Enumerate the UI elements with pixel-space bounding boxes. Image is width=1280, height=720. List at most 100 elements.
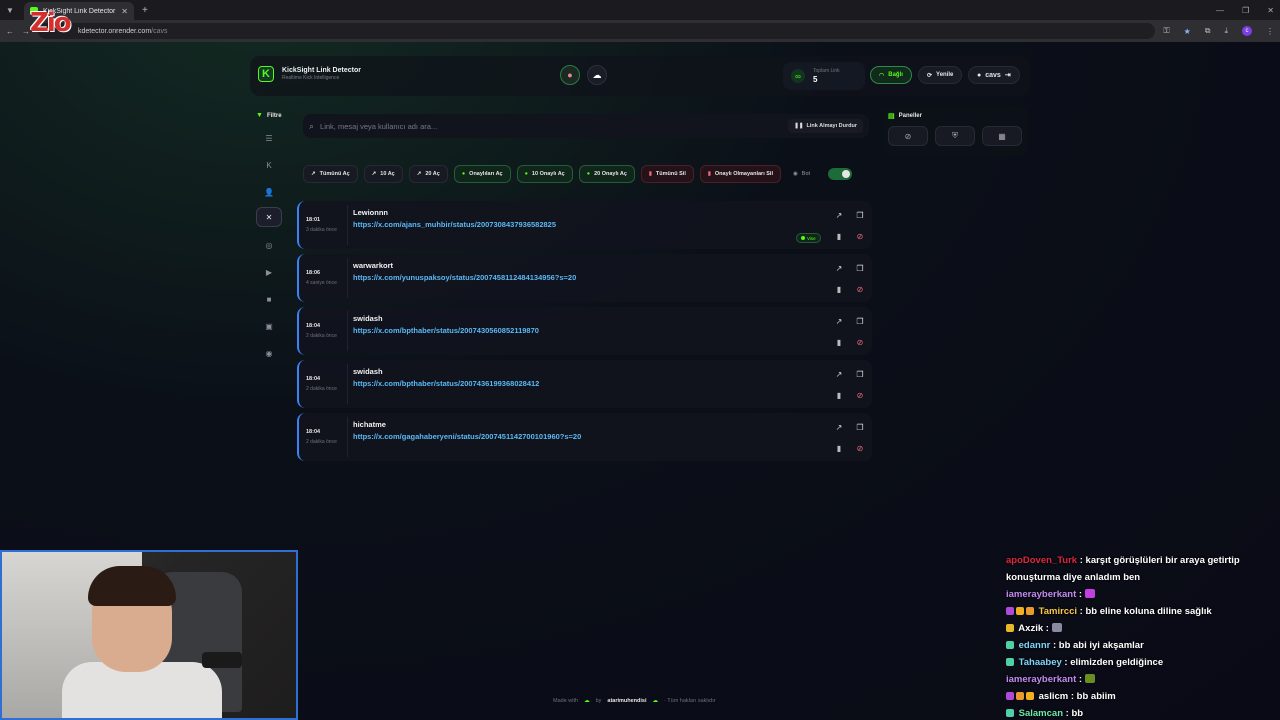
copy-icon[interactable]: ❐ bbox=[854, 421, 866, 433]
restore-icon[interactable]: ❐ bbox=[1242, 6, 1249, 15]
emote-icon bbox=[1084, 674, 1095, 683]
open-all-button[interactable]: ↗ Tümünü Aç bbox=[303, 165, 358, 183]
footer-author[interactable]: atarimuhendisi bbox=[607, 698, 646, 704]
filter-icon: ▼ bbox=[256, 112, 263, 119]
footer-rights: · Tüm hakları saklıdır bbox=[664, 698, 716, 704]
logout-icon[interactable]: ⇥ bbox=[1005, 71, 1011, 79]
link-url[interactable]: https://x.com/ajans_muhbir/status/200730… bbox=[353, 220, 556, 229]
minimize-icon[interactable]: — bbox=[1216, 6, 1224, 15]
open-link-icon[interactable]: ↗ bbox=[833, 209, 845, 221]
panel-shield-button[interactable]: ⛨ bbox=[935, 126, 975, 146]
open-20-approved-button[interactable]: ● 20 Onaylı Aç bbox=[578, 165, 635, 183]
new-tab-button[interactable]: + bbox=[142, 5, 148, 16]
bot-toggle[interactable] bbox=[828, 168, 853, 180]
chat-text: : bbox=[1045, 623, 1049, 634]
open-approved-button[interactable]: ● Onaylıları Aç bbox=[453, 165, 511, 183]
filter-all-list-icon[interactable]: ☰ bbox=[256, 128, 282, 148]
open-link-icon[interactable]: ↗ bbox=[833, 368, 845, 380]
link-relative-time: 2 dakika önce bbox=[306, 386, 337, 392]
delete-unapproved-button[interactable]: ▮ Onaylı Olmayanları Sil bbox=[699, 165, 781, 183]
filter-kick-icon[interactable]: K bbox=[256, 155, 282, 175]
delete-all-button[interactable]: ▮ Tümünü Sil bbox=[640, 165, 694, 183]
panels-box: ▤ Paneller ⊘ ⛨ ▦ bbox=[882, 106, 1028, 156]
link-card: 18:06 4 saniye önce warwarkort https://x… bbox=[297, 254, 872, 302]
refresh-icon: ⟳ bbox=[927, 72, 933, 79]
footer: Made with ☁ by atarimuhendisi ☁ · Tüm ha… bbox=[553, 698, 716, 704]
delete-icon[interactable]: ▮ bbox=[833, 230, 845, 242]
link-url[interactable]: https://x.com/gagahaberyeni/status/20074… bbox=[353, 432, 581, 441]
open-10-approved-button[interactable]: ● 10 Onaylı Aç bbox=[516, 165, 573, 183]
copy-icon[interactable]: ❐ bbox=[854, 262, 866, 274]
search-input[interactable] bbox=[320, 121, 789, 131]
ban-icon[interactable]: ⊘ bbox=[854, 389, 866, 401]
ban-icon[interactable]: ⊘ bbox=[854, 283, 866, 295]
browser-tab-bar: ▼ KickSight Link Detector ✕ + — ❐ ✕ bbox=[0, 0, 1280, 20]
eye-icon: ◉ bbox=[792, 171, 798, 177]
emote-icon bbox=[1084, 589, 1095, 598]
filter-image-icon[interactable]: ▣ bbox=[256, 316, 282, 336]
browser-menu-icon[interactable]: ⋮ bbox=[1266, 27, 1274, 36]
connection-status: ◠ Bağlı bbox=[870, 66, 912, 84]
connection-label: Bağlı bbox=[888, 72, 903, 78]
close-window-icon[interactable]: ✕ bbox=[1267, 6, 1274, 15]
chat-username: Tamircci bbox=[1038, 606, 1078, 617]
ban-icon[interactable]: ⊘ bbox=[854, 230, 866, 242]
filter-x-icon[interactable]: ✕ bbox=[256, 207, 282, 227]
key-icon[interactable]: ⚿ bbox=[1163, 26, 1169, 36]
filter-globe-icon[interactable]: ◉ bbox=[256, 343, 282, 363]
link-username: swidash bbox=[353, 367, 383, 376]
link-url[interactable]: https://x.com/yunuspaksoy/status/2007458… bbox=[353, 273, 576, 282]
open-10-button[interactable]: ↗ 10 Aç bbox=[363, 165, 403, 183]
ghost-avatar-icon[interactable]: ☁ bbox=[587, 65, 607, 85]
link-list: 18:01 3 dakika önce Lewionnn https://x.c… bbox=[297, 201, 872, 466]
delete-icon[interactable]: ▮ bbox=[833, 283, 845, 295]
open-link-icon[interactable]: ↗ bbox=[833, 315, 845, 327]
chat-message: aslicm : bb abiim bbox=[1006, 688, 1276, 705]
kick-logo-icon: K bbox=[258, 66, 274, 82]
bookmark-star-icon[interactable]: ★ bbox=[1184, 27, 1191, 36]
filter-instagram-icon[interactable]: ◎ bbox=[256, 235, 282, 255]
subscriber-badge-icon bbox=[1006, 607, 1014, 615]
delete-icon[interactable]: ▮ bbox=[833, 389, 845, 401]
tab-search-button[interactable]: ▼ bbox=[0, 0, 20, 20]
extensions-icon[interactable]: ⧉ bbox=[1205, 26, 1211, 36]
panels-header: ▤ Paneller bbox=[888, 112, 922, 120]
panel-ban-button[interactable]: ⊘ bbox=[888, 126, 928, 146]
panel-archive-button[interactable]: ▦ bbox=[982, 126, 1022, 146]
close-tab-icon[interactable]: ✕ bbox=[121, 7, 128, 16]
copy-icon[interactable]: ❐ bbox=[854, 368, 866, 380]
chat-message: Salamcan : bb bbox=[1006, 705, 1276, 720]
filter-youtube-icon[interactable]: ▶ bbox=[256, 262, 282, 282]
delete-icon[interactable]: ▮ bbox=[833, 442, 845, 454]
refresh-button[interactable]: ⟳ Yenile bbox=[918, 66, 963, 84]
open-link-icon[interactable]: ↗ bbox=[833, 421, 845, 433]
ban-icon[interactable]: ⊘ bbox=[854, 336, 866, 348]
user-menu-button[interactable]: ● cavs ⇥ bbox=[968, 66, 1020, 84]
check-circle-icon: ● bbox=[586, 171, 591, 177]
open-20-button[interactable]: ↗ 20 Aç bbox=[408, 165, 448, 183]
back-icon[interactable]: ← bbox=[6, 27, 14, 36]
download-icon[interactable]: ⤓ bbox=[1224, 26, 1228, 36]
chat-username: apoDoven_Turk bbox=[1006, 555, 1078, 566]
link-url[interactable]: https://x.com/bpthaber/status/2007430560… bbox=[353, 326, 539, 335]
chat-username: iamerayberkant bbox=[1006, 674, 1077, 685]
profile-avatar[interactable]: c bbox=[1242, 26, 1252, 36]
ban-icon[interactable]: ⊘ bbox=[854, 442, 866, 454]
webcam-overlay bbox=[0, 550, 298, 720]
open-link-icon[interactable]: ↗ bbox=[833, 262, 845, 274]
link-time: 18:04 bbox=[306, 429, 321, 435]
streamer-avatar[interactable]: ● bbox=[560, 65, 580, 85]
link-url[interactable]: https://x.com/bpthaber/status/2007436199… bbox=[353, 379, 539, 388]
trash-icon: ▮ bbox=[648, 171, 652, 177]
copy-icon[interactable]: ❐ bbox=[854, 209, 866, 221]
filter-user-icon[interactable]: 👤 bbox=[256, 182, 282, 202]
filter-video-icon[interactable]: ■ bbox=[256, 289, 282, 309]
link-card: 18:04 2 dakika önce swidash https://x.co… bbox=[297, 360, 872, 408]
url-input[interactable]: kdetector.onrender.com /cavs bbox=[38, 23, 1156, 39]
stop-link-collect-button[interactable]: ❚❚ Link Almayı Durdur bbox=[788, 119, 863, 133]
delete-icon[interactable]: ▮ bbox=[833, 336, 845, 348]
copy-icon[interactable]: ❐ bbox=[854, 315, 866, 327]
chat-username: Salamcan bbox=[1018, 708, 1064, 719]
forward-icon[interactable]: → bbox=[22, 27, 30, 36]
search-icon: ⌕ bbox=[309, 120, 315, 131]
